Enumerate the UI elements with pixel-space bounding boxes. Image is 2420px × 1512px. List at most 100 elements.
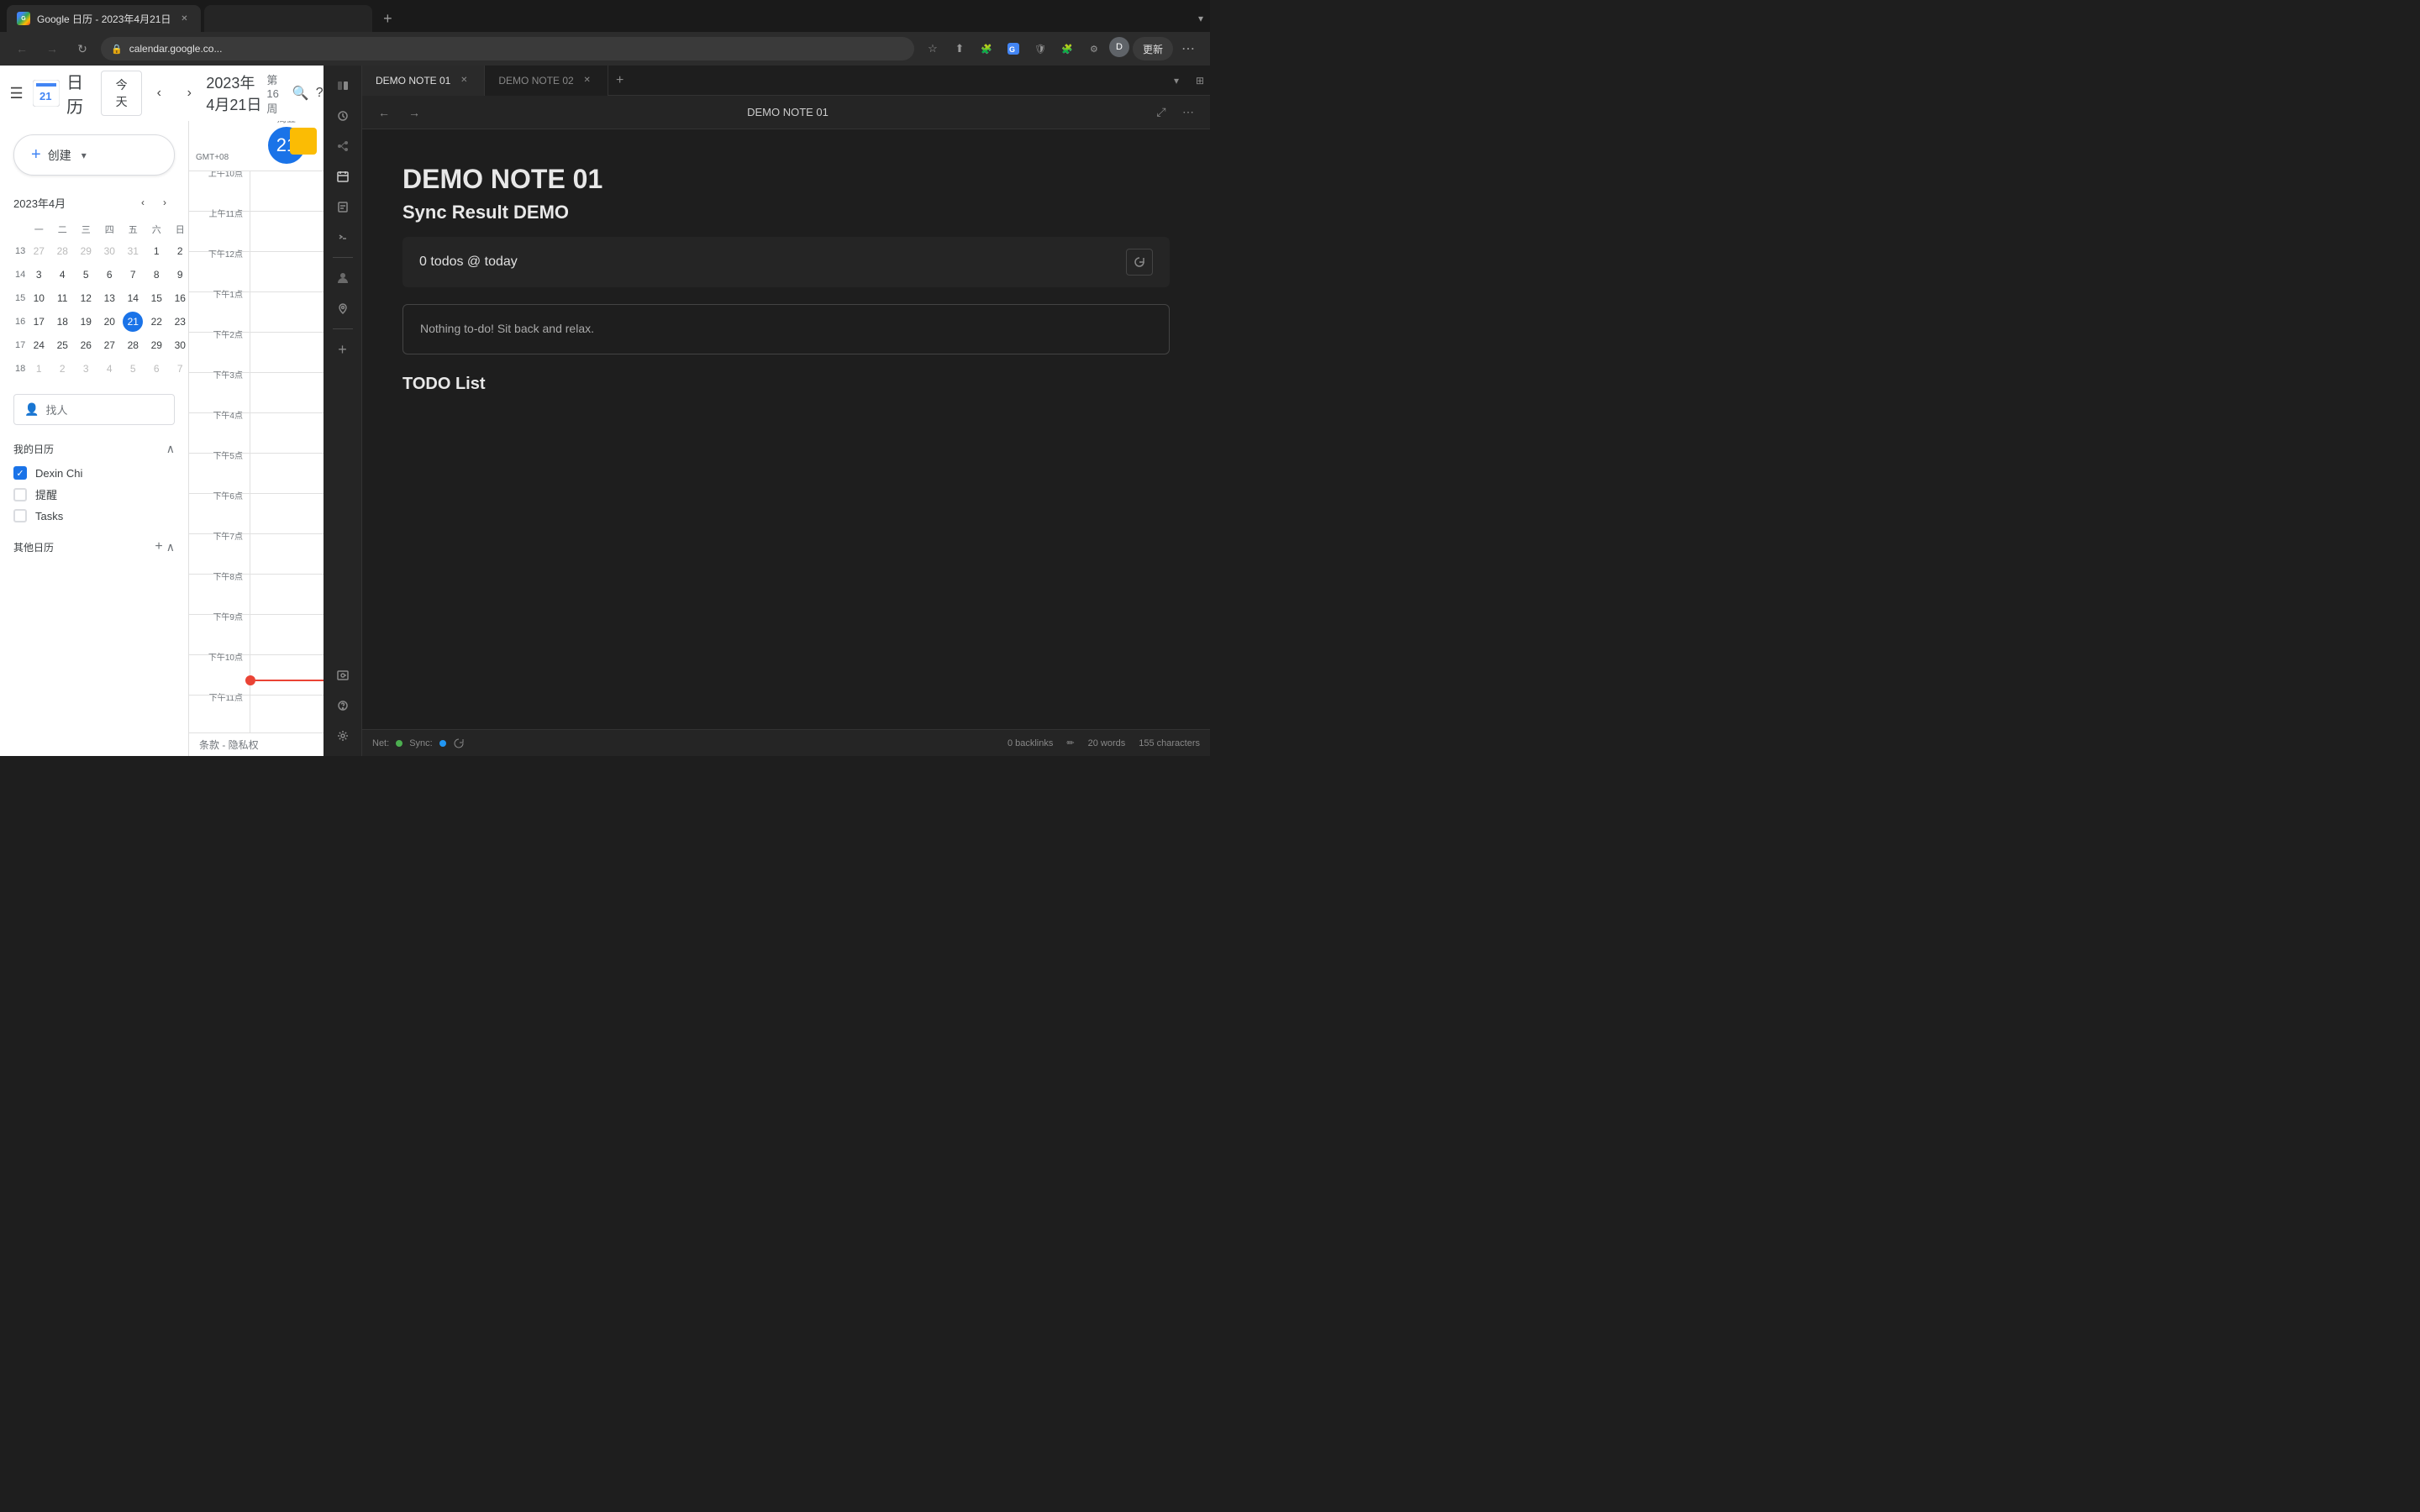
profile-avatar[interactable]: D bbox=[1109, 37, 1129, 57]
map-icon-btn[interactable] bbox=[329, 295, 356, 322]
mini-cal-day[interactable]: 16 bbox=[168, 286, 189, 310]
mini-cal-day[interactable]: 11 bbox=[50, 286, 74, 310]
mini-cal-day[interactable]: 12 bbox=[74, 286, 97, 310]
mini-cal-day[interactable]: 26 bbox=[74, 333, 97, 357]
time-cell-10pm[interactable] bbox=[250, 655, 324, 695]
calendar-item-tasks[interactable]: Tasks bbox=[13, 506, 175, 526]
mini-cal-day[interactable]: 3 bbox=[27, 263, 50, 286]
clipboard-icon-btn[interactable] bbox=[329, 193, 356, 220]
browser-ext-puzzle[interactable]: 🧩 bbox=[1055, 37, 1079, 60]
note-tab-1-close[interactable]: ✕ bbox=[457, 74, 471, 87]
terminal-icon-btn[interactable] bbox=[329, 223, 356, 250]
mini-cal-day[interactable]: 4 bbox=[50, 263, 74, 286]
mini-cal-day[interactable]: 5 bbox=[121, 357, 145, 381]
calendar-checkbox-reminder[interactable] bbox=[13, 488, 27, 501]
browser-tab-2[interactable] bbox=[204, 5, 372, 32]
mini-cal-day[interactable]: 18 bbox=[50, 310, 74, 333]
search-people-input[interactable]: 👤 找人 bbox=[13, 394, 175, 425]
add-other-calendar-icon[interactable]: + bbox=[155, 539, 162, 554]
toolbar-back-button[interactable]: ← bbox=[372, 101, 396, 124]
vault-icon-btn[interactable] bbox=[329, 662, 356, 689]
time-cell-12pm[interactable] bbox=[250, 252, 324, 291]
mini-cal-next-button[interactable]: › bbox=[155, 192, 175, 213]
browser-ext-settings[interactable]: ⚙ bbox=[1082, 37, 1106, 60]
mini-cal-day[interactable]: 29 bbox=[145, 333, 168, 357]
sidebar-toggle-btn[interactable] bbox=[329, 72, 356, 99]
update-button[interactable]: 更新 bbox=[1133, 37, 1173, 60]
mini-cal-day[interactable]: 5 bbox=[74, 263, 97, 286]
mini-cal-day[interactable]: 6 bbox=[145, 357, 168, 381]
mini-cal-day[interactable]: 14 bbox=[121, 286, 145, 310]
editor-empty-area[interactable] bbox=[402, 407, 1170, 575]
mini-cal-day[interactable]: 22 bbox=[145, 310, 168, 333]
tab-list-dropdown[interactable]: ▾ bbox=[1198, 13, 1203, 24]
person-icon-btn[interactable] bbox=[329, 265, 356, 291]
mini-cal-day[interactable]: 1 bbox=[27, 357, 50, 381]
other-calendars-header[interactable]: 其他日历 + ∧ bbox=[13, 539, 175, 554]
cal-time-grid[interactable]: 上午10点 上午11点 下午12点 下午1点 bbox=[189, 171, 324, 732]
mini-cal-prev-button[interactable]: ‹ bbox=[133, 192, 153, 213]
todos-refresh-button[interactable] bbox=[1126, 249, 1153, 276]
forward-button[interactable]: → bbox=[40, 37, 64, 60]
time-cell-9pm[interactable] bbox=[250, 615, 324, 654]
time-cell-8pm[interactable] bbox=[250, 575, 324, 614]
note-new-tab-button[interactable]: + bbox=[608, 69, 632, 92]
mini-cal-day[interactable]: 25 bbox=[50, 333, 74, 357]
mini-cal-day[interactable]: 27 bbox=[97, 333, 121, 357]
cal-today-button[interactable]: 今天 bbox=[101, 71, 142, 116]
bookmark-btn[interactable]: ☆ bbox=[921, 37, 944, 60]
mini-cal-day[interactable]: 31 bbox=[121, 239, 145, 263]
mini-cal-day[interactable]: 29 bbox=[74, 239, 97, 263]
mini-cal-day[interactable]: 8 bbox=[145, 263, 168, 286]
mini-cal-day[interactable]: 13 bbox=[97, 286, 121, 310]
mini-cal-day-today[interactable]: 21 bbox=[121, 310, 145, 333]
mini-cal-day[interactable]: 17 bbox=[27, 310, 50, 333]
my-calendars-header[interactable]: 我的日历 ∧ bbox=[13, 442, 175, 456]
browser-tab-1[interactable]: G Google 日历 - 2023年4月21日 ✕ bbox=[7, 5, 201, 32]
mini-cal-day[interactable]: 4 bbox=[97, 357, 121, 381]
mini-cal-day[interactable]: 28 bbox=[121, 333, 145, 357]
mini-cal-day[interactable]: 10 bbox=[27, 286, 50, 310]
time-cell-11pm[interactable] bbox=[250, 696, 324, 732]
mini-cal-day[interactable]: 7 bbox=[121, 263, 145, 286]
browser-ext-1[interactable]: 🧩 bbox=[975, 37, 998, 60]
time-cell-1pm[interactable] bbox=[250, 292, 324, 332]
time-cell-11am[interactable] bbox=[250, 212, 324, 251]
mini-cal-day[interactable]: 19 bbox=[74, 310, 97, 333]
graph-icon-btn[interactable] bbox=[329, 133, 356, 160]
mini-cal-day[interactable]: 7 bbox=[168, 357, 189, 381]
calendar-checkbox-dexin[interactable]: ✓ bbox=[13, 466, 27, 480]
mini-cal-day[interactable]: 24 bbox=[27, 333, 50, 357]
tab-close-1[interactable]: ✕ bbox=[177, 12, 191, 25]
mini-cal-day[interactable]: 15 bbox=[145, 286, 168, 310]
toolbar-forward-button[interactable]: → bbox=[402, 101, 426, 124]
time-cell-2pm[interactable] bbox=[250, 333, 324, 372]
cal-prev-button[interactable]: ‹ bbox=[145, 80, 172, 107]
calendar-icon-btn[interactable] bbox=[329, 163, 356, 190]
time-cell-3pm[interactable] bbox=[250, 373, 324, 412]
back-button[interactable]: ← bbox=[10, 37, 34, 60]
note-tab-dropdown-btn[interactable]: ▾ bbox=[1166, 71, 1186, 91]
address-bar[interactable]: 🔒 calendar.google.co... bbox=[101, 37, 914, 60]
cal-next-button[interactable]: › bbox=[176, 80, 203, 107]
help-icon-btn[interactable] bbox=[329, 692, 356, 719]
time-cell-7pm[interactable] bbox=[250, 534, 324, 574]
time-cell-5pm[interactable] bbox=[250, 454, 324, 493]
time-cell-10am[interactable] bbox=[250, 171, 324, 211]
toolbar-expand-btn[interactable]: ⤢ bbox=[1150, 101, 1173, 124]
cal-search-button[interactable]: 🔍 bbox=[292, 80, 309, 107]
toolbar-more-btn[interactable]: ⋯ bbox=[1176, 101, 1200, 124]
mini-cal-day[interactable]: 27 bbox=[27, 239, 50, 263]
create-event-button[interactable]: + 创建 ▾ bbox=[13, 134, 175, 176]
mini-cal-day[interactable]: 30 bbox=[97, 239, 121, 263]
mini-cal-day[interactable]: 28 bbox=[50, 239, 74, 263]
note-editor[interactable]: DEMO NOTE 01 Sync Result DEMO 0 todos @ … bbox=[362, 129, 1210, 729]
calendar-checkbox-tasks[interactable] bbox=[13, 509, 27, 522]
share-btn[interactable]: ⬆ bbox=[948, 37, 971, 60]
note-tab-2[interactable]: DEMO NOTE 02 ✕ bbox=[485, 66, 608, 96]
settings-icon-btn[interactable] bbox=[329, 722, 356, 749]
mini-cal-day[interactable]: 1 bbox=[145, 239, 168, 263]
browser-ext-shield[interactable]: 🛡 bbox=[1028, 37, 1052, 60]
mini-cal-day[interactable]: 2 bbox=[168, 239, 189, 263]
mini-cal-day[interactable]: 2 bbox=[50, 357, 74, 381]
